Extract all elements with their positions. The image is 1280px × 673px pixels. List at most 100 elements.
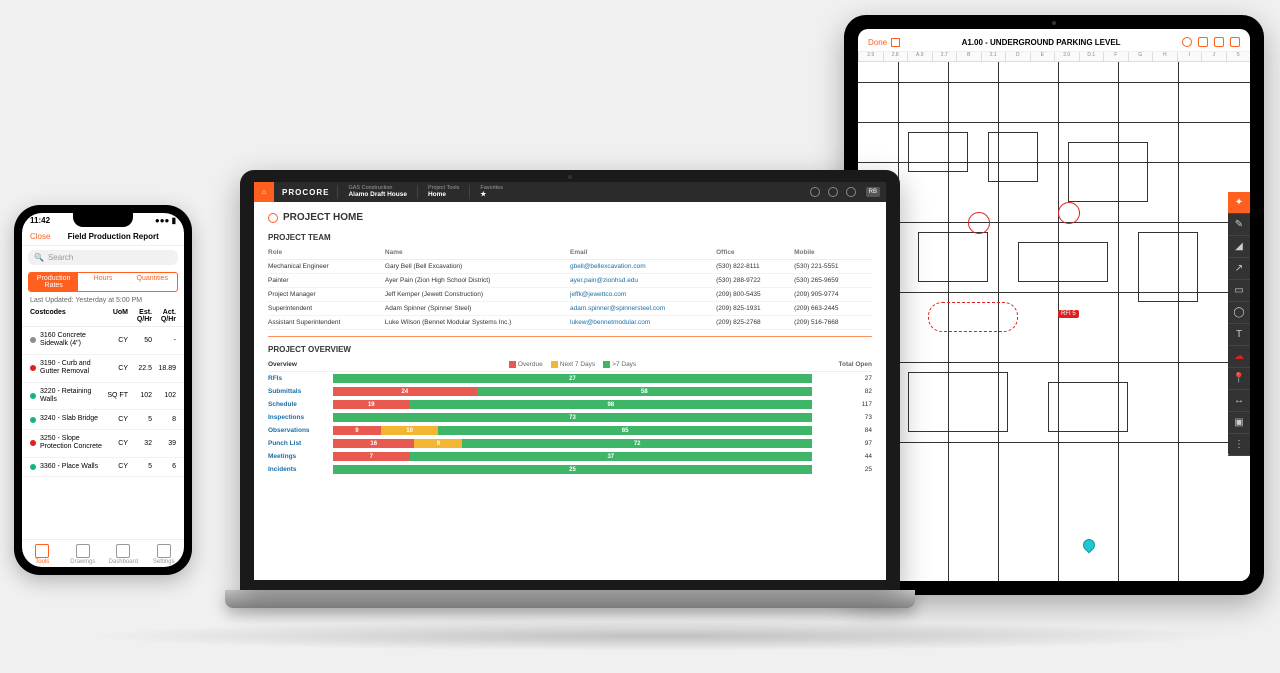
est-value: 5 [128, 463, 152, 470]
act-value: - [152, 337, 176, 344]
overview-name: Observations [268, 427, 333, 434]
total-value: 97 [812, 440, 872, 447]
favorites[interactable]: Favorites ★ [469, 185, 513, 198]
team-section-title: PROJECT TEAM [268, 233, 872, 242]
overview-row[interactable]: Observations 91065 84 [268, 424, 872, 437]
list-item[interactable]: 3160 Concrete Sidewalk (4") CY 50 - [22, 327, 184, 355]
notifications-icon[interactable] [846, 187, 856, 197]
team-table-header: Role Name Email Office Mobile [268, 246, 872, 260]
table-row[interactable]: PainterAyer Pain (Zion High School Distr… [268, 274, 872, 288]
pen-tool-icon[interactable]: ✎ [1228, 214, 1250, 236]
nav-icon [116, 544, 130, 558]
overview-name: Schedule [268, 401, 333, 408]
pin-tool-icon[interactable]: 📍 [1228, 368, 1250, 390]
overview-row[interactable]: Schedule 1998 117 [268, 398, 872, 411]
nav-icon [157, 544, 171, 558]
measure-tool-icon[interactable]: ↔ [1228, 390, 1250, 412]
home-icon[interactable]: ⌂ [254, 182, 274, 202]
last-updated: Last Updated: Yesterday at 5:00 PM [22, 295, 184, 306]
phone-tab[interactable]: Production Rates [29, 273, 78, 291]
select-tool-icon[interactable]: ✦ [1228, 192, 1250, 214]
user-avatar[interactable]: RB [866, 187, 880, 197]
location-pin[interactable] [1081, 537, 1098, 554]
status-dot [30, 440, 36, 446]
search-icon: 🔍 [34, 253, 44, 262]
more-tool-icon[interactable]: ⋮ [1228, 434, 1250, 456]
highlighter-tool-icon[interactable]: ◢ [1228, 236, 1250, 258]
est-value: 32 [128, 440, 152, 447]
blueprint-canvas[interactable]: RFI 5 ✦ ✎ ◢ ↗ ▭ ◯ T ☁ 📍 ↔ ▣ ⋮ [858, 62, 1250, 581]
table-row[interactable]: Project ManagerJeff Kemper (Jewett Const… [268, 288, 872, 302]
search-input[interactable]: 🔍 Search [28, 250, 178, 265]
list-item[interactable]: 3190 - Curb and Gutter Removal CY 22.5 1… [22, 355, 184, 383]
list-item[interactable]: 3250 - Slope Protection Concrete CY 32 3… [22, 430, 184, 458]
uom: CY [104, 463, 128, 470]
overview-row[interactable]: Incidents 25 25 [268, 463, 872, 476]
table-header: Costcodes UoM Est. Q/Hr Act. Q/Hr [22, 306, 184, 327]
list-item[interactable]: 3360 - Place Walls CY 5 6 [22, 458, 184, 477]
markup-circle[interactable] [1058, 202, 1080, 224]
camera-tool-icon[interactable]: ▣ [1228, 412, 1250, 434]
table-row[interactable]: SuperintendentAdam Spinner (Spinner Stee… [268, 302, 872, 316]
nav-item[interactable]: Dashboard [103, 544, 144, 565]
apps-icon[interactable] [828, 187, 838, 197]
overview-row[interactable]: RFIs 27 27 [268, 372, 872, 385]
share-icon[interactable] [1230, 37, 1240, 47]
phone-bottom-nav: ToolsDrawingsDashboardSettings [22, 539, 184, 567]
overview-section-title: PROJECT OVERVIEW [268, 345, 872, 354]
page-title: PROJECT HOME [283, 212, 363, 223]
phone-notch [73, 213, 133, 227]
done-button[interactable]: Done [868, 38, 900, 47]
overview-rows: RFIs 27 27Submittals 2458 82Schedule 199… [268, 372, 872, 476]
phone-tabs: Production RatesHoursQuantities [28, 272, 178, 292]
uom: CY [104, 416, 128, 423]
list-item[interactable]: 3240 - Slab Bridge CY 5 8 [22, 410, 184, 429]
drawing-title: A1.00 - UNDERGROUND PARKING LEVEL [900, 38, 1182, 47]
overview-header: Overview Overdue Next 7 Days >7 Days Tot… [268, 358, 872, 372]
gear-icon[interactable] [268, 213, 278, 223]
layers-icon[interactable] [1214, 37, 1224, 47]
table-row[interactable]: Assistant SuperintendentLuke Wilson (Ben… [268, 316, 872, 330]
phone-tab[interactable]: Quantities [128, 273, 177, 291]
arrow-tool-icon[interactable]: ↗ [1228, 258, 1250, 280]
laptop-bezel: ⌂ PROCORE GAS Construction Alamo Draft H… [240, 170, 900, 590]
list-item[interactable]: 3220 - Retaining Walls SQ FT 102 102 [22, 383, 184, 411]
rect-tool-icon[interactable]: ▭ [1228, 280, 1250, 302]
nav-item[interactable]: Tools [22, 544, 63, 565]
laptop-device: ⌂ PROCORE GAS Construction Alamo Draft H… [225, 170, 915, 630]
markup-cloud[interactable] [928, 302, 1018, 332]
costcode-name: 3240 - Slab Bridge [40, 415, 104, 423]
annotation-toolbar: ✦ ✎ ◢ ↗ ▭ ◯ T ☁ 📍 ↔ ▣ ⋮ [1228, 192, 1250, 456]
total-value: 25 [812, 466, 872, 473]
overview-name: Punch List [268, 440, 333, 447]
markup-circle[interactable] [968, 212, 990, 234]
grid-icon [891, 38, 900, 47]
total-value: 73 [812, 414, 872, 421]
nav-item[interactable]: Settings [144, 544, 185, 565]
overview-row[interactable]: Inspections 73 73 [268, 411, 872, 424]
cloud-tool-icon[interactable]: ☁ [1228, 346, 1250, 368]
company-selector[interactable]: GAS Construction Alamo Draft House [337, 185, 417, 198]
phone-screen: 11:42 ●●● ▮ Close Field Production Repor… [22, 213, 184, 567]
laptop-camera [568, 175, 572, 179]
ellipse-tool-icon[interactable]: ◯ [1228, 302, 1250, 324]
help-icon[interactable] [810, 187, 820, 197]
edit-icon[interactable] [1198, 37, 1208, 47]
phone-tab[interactable]: Hours [78, 273, 127, 291]
overview-row[interactable]: Punch List 16972 97 [268, 437, 872, 450]
costcode-list: 3160 Concrete Sidewalk (4") CY 50 - 3190… [22, 327, 184, 539]
nav-item[interactable]: Drawings [63, 544, 104, 565]
progress-bar: 1998 [333, 400, 812, 409]
status-dot [30, 393, 36, 399]
overview-row[interactable]: Submittals 2458 82 [268, 385, 872, 398]
tools-selector[interactable]: Project Tools Home [417, 185, 469, 198]
act-value: 6 [152, 463, 176, 470]
overview-row[interactable]: Meetings 737 44 [268, 450, 872, 463]
rfi-tag[interactable]: RFI 5 [1058, 310, 1079, 318]
info-icon[interactable] [1182, 37, 1192, 47]
uom: SQ FT [104, 392, 128, 399]
table-row[interactable]: Mechanical EngineerGary Bell (Bell Excav… [268, 260, 872, 274]
text-tool-icon[interactable]: T [1228, 324, 1250, 346]
nav-icon [35, 544, 49, 558]
close-button[interactable]: Close [30, 232, 50, 241]
